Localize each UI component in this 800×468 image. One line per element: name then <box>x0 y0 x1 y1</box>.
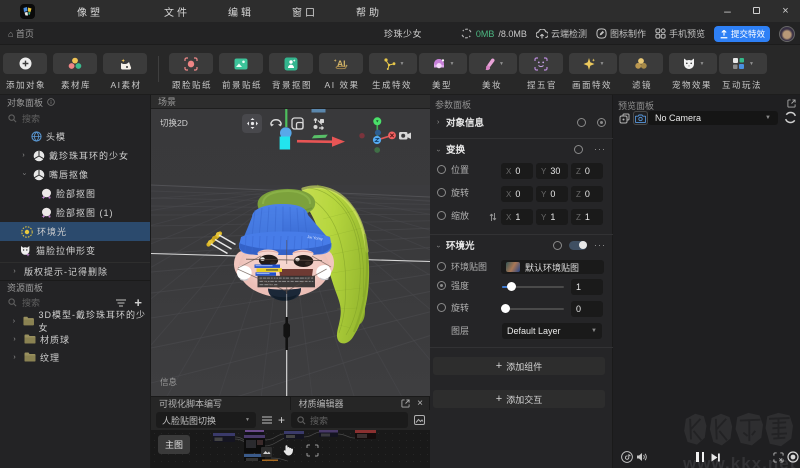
svg-text:AI: AI <box>337 59 346 69</box>
